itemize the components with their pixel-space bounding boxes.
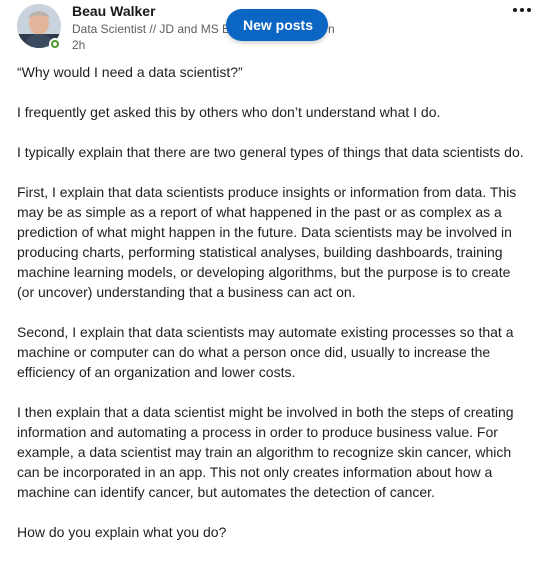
more-dot: [513, 8, 517, 12]
author-headline-tail: n: [328, 22, 334, 36]
post-paragraph: I typically explain that there are two g…: [17, 144, 524, 160]
post-paragraph: I then explain that a data scientist mig…: [17, 404, 514, 500]
new-posts-label: New posts: [242, 17, 313, 33]
author-headline-text: Data Scientist // JD and MS E: [72, 22, 231, 36]
more-dot: [520, 8, 524, 12]
post-body: “Why would I need a data scientist?” I f…: [17, 62, 529, 562]
author-name[interactable]: Beau Walker: [72, 3, 156, 19]
post-paragraph: “Why would I need a data scientist?”: [17, 64, 243, 80]
post-timestamp: 2h: [72, 38, 86, 52]
feed-post: Beau Walker Data Scientist // JD and MS …: [0, 0, 539, 548]
new-posts-button[interactable]: New posts: [226, 9, 328, 41]
more-dot: [527, 8, 531, 12]
author-avatar[interactable]: [17, 4, 61, 50]
post-paragraph: I frequently get asked this by others wh…: [17, 104, 441, 120]
post-paragraph: First, I explain that data scientists pr…: [17, 184, 517, 300]
online-status-icon: [49, 38, 61, 50]
post-paragraph: How do you explain what you do?: [17, 524, 227, 540]
more-options-icon[interactable]: [508, 2, 536, 18]
post-paragraph: Second, I explain that data scientists m…: [17, 324, 514, 380]
